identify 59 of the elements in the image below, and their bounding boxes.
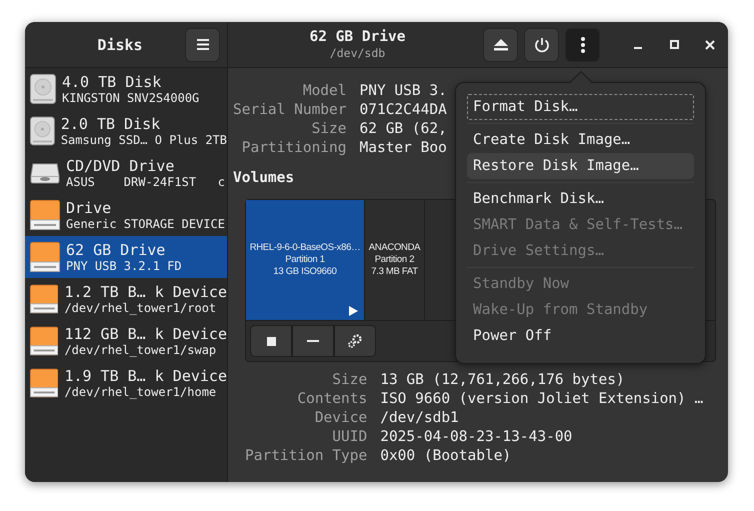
window-title: 62 GB Drive	[309, 29, 406, 45]
maximize-icon	[670, 40, 678, 49]
minus-icon	[307, 340, 319, 342]
drive-icon	[30, 284, 58, 314]
sidebar-title: Disks	[96, 36, 144, 54]
drive-icon	[30, 326, 58, 356]
stop-icon	[266, 336, 276, 346]
disk-list-item[interactable]: 4.0 TB Disk KINGSTON SNV2S4000G	[25, 68, 227, 110]
close-icon	[705, 40, 715, 50]
detail-label: UUID	[331, 428, 368, 447]
gears-icon	[347, 333, 363, 349]
optical-drive-icon	[30, 162, 60, 184]
detail-label: Serial Number	[233, 101, 346, 120]
window-subtitle: /dev/sdb	[330, 46, 386, 60]
power-icon	[534, 36, 550, 52]
menu-item[interactable]: Power Off	[467, 323, 694, 349]
disk-list-item[interactable]: Drive Generic STORAGE DEVICE	[25, 194, 227, 236]
drive-icon	[30, 200, 60, 230]
disk-list-item[interactable]: 112 GB B… k Device /dev/rhel_tower1/swap	[25, 320, 227, 362]
detail-value: 2025-04-08-23-13-43-00	[380, 428, 574, 447]
menu-item[interactable]: Restore Disk Image…	[467, 153, 694, 179]
detail-value: 13 GB (12,761,266,176 bytes)	[380, 371, 626, 390]
detail-label: Device	[314, 409, 368, 428]
disk-list-item[interactable]: 62 GB Drive PNY USB 3.2.1 FD	[25, 236, 227, 278]
eject-button[interactable]	[483, 28, 518, 62]
menu-icon	[196, 39, 208, 50]
drive-icon	[30, 242, 60, 272]
menu-item[interactable]: Benchmark Disk…	[467, 186, 694, 212]
settings-button[interactable]	[334, 325, 376, 357]
more-options-button[interactable]	[565, 28, 600, 62]
power-button[interactable]	[524, 28, 559, 62]
detail-value: Master Boo	[360, 139, 447, 158]
minimize-icon	[634, 46, 642, 48]
disk-list-item[interactable]: 1.9 TB B… k Device /dev/rhel_tower1/home	[25, 362, 227, 404]
menu-button[interactable]	[185, 28, 220, 62]
detail-value: /dev/sdb1	[380, 409, 460, 428]
detail-value: 0x00 (Bootable)	[380, 447, 512, 466]
stop-button[interactable]	[250, 325, 292, 357]
volumes-heading: Volumes	[233, 170, 296, 186]
menu-item[interactable]: Create Disk Image…	[467, 127, 694, 153]
partition-block[interactable]: RHEL-9-6-0-BaseOS-x86… Partition 1 13 GB ISO9660	[246, 200, 365, 320]
more-icon	[580, 36, 584, 52]
detail-label: Contents	[296, 390, 368, 409]
detail-label: Size	[331, 371, 368, 390]
detail-value: PNY USB 3.	[360, 82, 447, 101]
detail-label: Partition Type	[245, 447, 368, 466]
disk-list-item[interactable]: CD/DVD Drive ASUS DRW-24F1ST c	[25, 152, 227, 194]
detail-label: Partitioning	[240, 139, 346, 158]
eject-icon	[494, 38, 508, 50]
detail-value: 071C2C44DA	[360, 101, 447, 120]
disk-list-item[interactable]: 2.0 TB Disk Samsung SSD… O Plus 2TB	[25, 110, 227, 152]
play-icon	[349, 306, 358, 316]
drive-icon	[30, 368, 58, 398]
menu-item[interactable]: Format Disk…	[467, 94, 694, 120]
detail-label: Model	[302, 82, 346, 101]
detail-label: Size	[310, 120, 346, 139]
detail-value: ISO 9660 (version Joliet Extension) …	[380, 390, 704, 409]
disk-list-item[interactable]: 1.2 TB B… k Device /dev/rhel_tower1/root	[25, 278, 227, 320]
detail-value: 62 GB (62,	[360, 120, 447, 139]
